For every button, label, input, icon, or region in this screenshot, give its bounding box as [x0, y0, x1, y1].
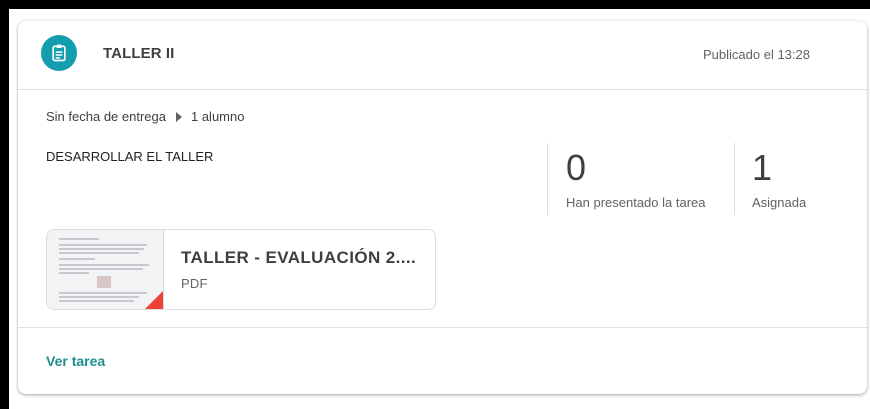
- assignment-icon: [41, 35, 77, 71]
- assignment-instructions: DESARROLLAR EL TALLER: [46, 149, 214, 164]
- stats-divider: [547, 143, 548, 215]
- attachment-type: PDF: [181, 276, 208, 291]
- triangle-right-icon: [175, 111, 182, 122]
- stat-turned-in-value: 0: [566, 147, 587, 188]
- view-assignment-link[interactable]: Ver tarea: [46, 353, 105, 369]
- assignment-title: TALLER II: [103, 45, 175, 62]
- window-frame-left: [0, 0, 9, 409]
- stat-turned-in-label: Han presentado la tarea: [566, 195, 706, 210]
- card-header[interactable]: TALLER II Publicado el 13:28: [18, 21, 867, 90]
- stat-turned-in[interactable]: 0 Han presentado la tarea: [566, 143, 736, 215]
- attachment-name: TALLER - EVALUACIÓN 2....: [181, 248, 417, 267]
- pdf-corner-icon: [143, 291, 163, 309]
- attachment-card[interactable]: TALLER - EVALUACIÓN 2.... PDF: [46, 229, 436, 310]
- clipboard-icon: [52, 44, 66, 62]
- assignment-meta: Sin fecha de entrega 1 alumno: [46, 109, 244, 124]
- student-count[interactable]: 1 alumno: [191, 109, 244, 124]
- stats-divider: [734, 143, 735, 215]
- published-time: Publicado el 13:28: [703, 47, 810, 62]
- stat-assigned-label: Asignada: [752, 195, 807, 210]
- footer-divider: [18, 327, 867, 328]
- stat-assigned-value: 1: [752, 147, 773, 188]
- assignment-card: TALLER II Publicado el 13:28 Sin fecha d…: [18, 21, 867, 394]
- pdf-thumbnail: [47, 230, 164, 309]
- stat-assigned[interactable]: 1 Asignada: [752, 143, 842, 215]
- due-date: Sin fecha de entrega: [46, 109, 166, 124]
- window-frame-top: [0, 0, 870, 9]
